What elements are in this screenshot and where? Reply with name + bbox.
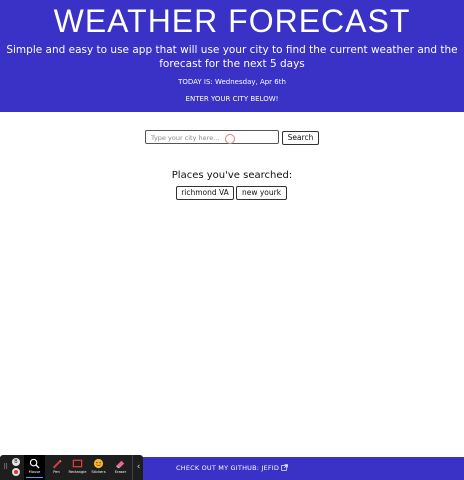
search-button[interactable]: Search	[282, 131, 319, 145]
drag-handle-icon[interactable]: ⠿	[3, 463, 8, 472]
tool-label: Stickers	[91, 470, 106, 474]
tool-eraser[interactable]: Eraser	[110, 455, 131, 480]
search-history-title: Places you've searched:	[171, 170, 293, 181]
tool-label: Rectangle	[68, 470, 87, 474]
tool-label: Pen	[53, 470, 60, 474]
history-item-button[interactable]: new yourk	[236, 186, 287, 200]
tool-label: Mouse	[28, 470, 41, 474]
city-prompt: ENTER YOUR CITY BELOW!	[185, 95, 279, 103]
toolbar-side-controls: B	[11, 457, 22, 478]
pen-icon	[52, 459, 62, 469]
github-link-label: CHECK OUT MY GITHUB: JEFID	[176, 464, 280, 472]
page: WEATHER FORECAST Simple and easy to use …	[0, 0, 464, 480]
sticker-icon	[93, 458, 104, 469]
current-date: TODAY IS: Wednesday, Apr 6th	[178, 78, 286, 86]
header: WEATHER FORECAST Simple and easy to use …	[0, 0, 464, 112]
search-history-list: richmond VA new yourk	[176, 186, 296, 200]
mouse-cursor-icon	[29, 458, 40, 469]
annotation-toolbar: ⠿ B Mouse Pen Rectangle Stickers Eraser …	[0, 455, 143, 480]
city-search-input[interactable]: Type your city here...	[145, 130, 279, 144]
mouse-cursor-indicator	[225, 134, 235, 144]
tool-pen[interactable]: Pen	[46, 455, 67, 480]
tool-rectangle[interactable]: Rectangle	[67, 455, 88, 480]
toolbar-badge[interactable]: B	[12, 458, 20, 466]
tool-stickers[interactable]: Stickers	[88, 455, 109, 480]
rectangle-icon	[72, 459, 83, 468]
github-link[interactable]: CHECK OUT MY GITHUB: JEFID	[176, 464, 288, 473]
history-item-button[interactable]: richmond VA	[176, 186, 234, 200]
tool-label: Eraser	[114, 470, 127, 474]
search-row: Type your city here... Search	[145, 130, 325, 146]
page-subtitle: Simple and easy to use app that will use…	[6, 44, 458, 70]
external-link-icon	[281, 464, 288, 471]
eraser-icon	[116, 460, 125, 469]
tool-mouse[interactable]: Mouse	[24, 455, 45, 480]
collapse-toolbar-chevron-icon[interactable]: ‹	[132, 455, 144, 480]
record-icon[interactable]	[12, 468, 20, 476]
page-title: WEATHER FORECAST	[53, 3, 411, 39]
